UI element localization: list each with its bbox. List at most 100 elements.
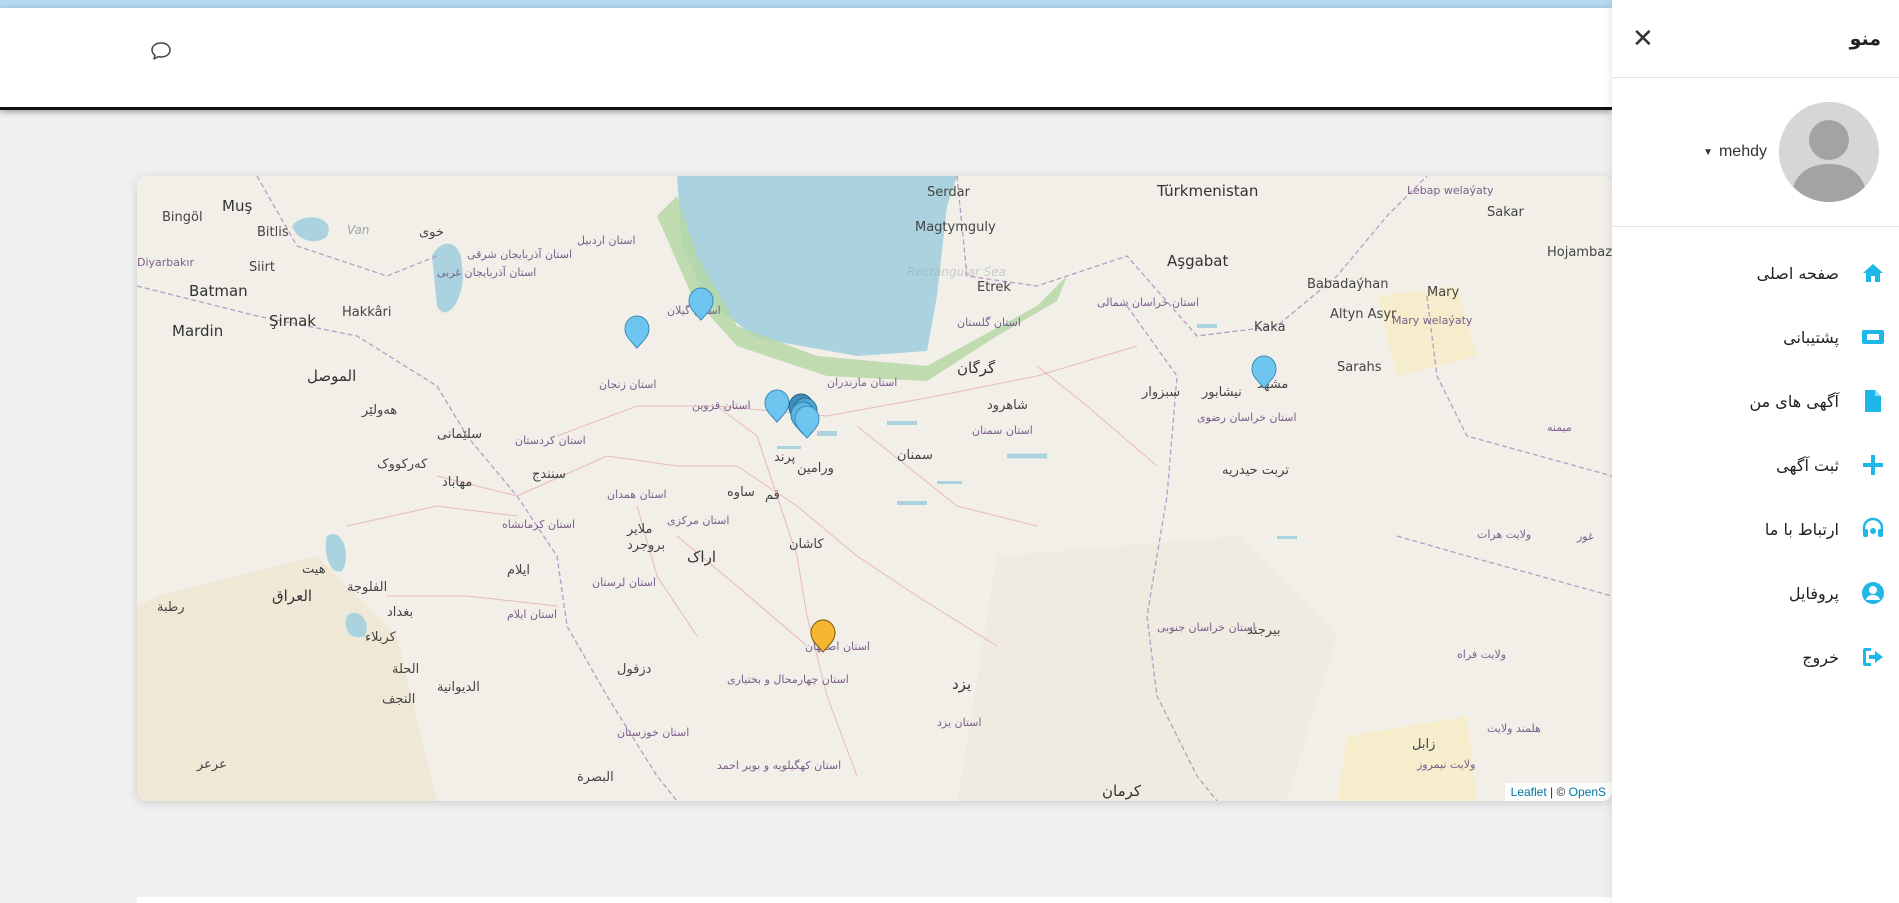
- close-icon[interactable]: ✕: [1632, 26, 1654, 52]
- osm-link[interactable]: OpenS: [1569, 785, 1606, 799]
- map-label-borujerd: بروجرد: [627, 538, 665, 553]
- map-label-torbat: تربت حیدریه: [1222, 463, 1289, 478]
- map-label-sanandaj: سنندج: [532, 467, 566, 482]
- map-label-chaharmahal: استان چهارمحال و بختیاری: [727, 673, 849, 686]
- map-label-zanjan: استان زنجان: [599, 378, 656, 391]
- map-label-hojambaz: Hojambaz: [1547, 245, 1612, 260]
- map-label-van: Van: [347, 223, 369, 237]
- map-label-varamin: ورامین: [797, 461, 834, 476]
- menu-item-label: ثبت آگهی: [1776, 455, 1839, 475]
- map-label-altyn-asyr: Altyn Asyr: [1330, 307, 1397, 322]
- map-label-yazd-prov: استان یزد: [937, 716, 982, 729]
- map-label-iraq: العراق: [272, 587, 312, 605]
- menu-item-label: خروج: [1802, 647, 1839, 667]
- map-label-north-khorasan: استان خراسان شمالی: [1097, 296, 1199, 309]
- map-label-razavi: استان خراسان رضوی: [1197, 411, 1297, 424]
- map-label-helmand: هلمند ولایت: [1487, 722, 1541, 735]
- map-label-sakar: Sakar: [1487, 205, 1524, 220]
- map-label-mazandaran: استان مازندران: [827, 376, 897, 389]
- map-label-mosul: الموصل: [307, 367, 356, 385]
- sign-out-icon: [1859, 643, 1887, 671]
- menu-item-label: آگهی های من: [1749, 391, 1839, 411]
- map-label-ilam-prov: استان ایلام: [507, 608, 557, 621]
- map-label-basra: البصرة: [577, 770, 614, 785]
- map-label-khoy: خوی: [419, 225, 444, 240]
- map-label-yazd: یزد: [952, 675, 971, 693]
- home-icon: [1859, 259, 1887, 287]
- headset-icon: [1859, 515, 1887, 543]
- map-label-dezful: دزفول: [617, 662, 652, 677]
- map-label-kermanshah: استان کرمانشاه: [502, 518, 575, 531]
- map-label-baghdad: بغداد: [387, 605, 413, 620]
- map-label-sabzevar: سبزوار: [1141, 385, 1180, 400]
- map-canvas[interactable]: Türkmenistan Serdar Magtymguly Aşgabat E…: [137, 176, 1612, 801]
- top-header: [0, 8, 1612, 110]
- avatar[interactable]: [1779, 102, 1879, 202]
- map-label-ardabil: استان اردبیل: [577, 234, 636, 247]
- user-box: mehdy ▼: [1612, 78, 1899, 227]
- map-label-hakkari: Hakkâri: [342, 305, 392, 320]
- menu-item-support[interactable]: پشتیبانی: [1612, 305, 1899, 369]
- menu-header: منو ✕: [1612, 0, 1899, 78]
- top-accent-bar: [0, 0, 1612, 8]
- map-label-golestan: استان گلستان: [957, 316, 1021, 329]
- map-label-ghor: غور: [1576, 530, 1594, 543]
- menu-item-logout[interactable]: خروج: [1612, 625, 1899, 689]
- map-label-diyarbakir: Diyarbakır: [137, 256, 194, 269]
- map-label-hillah: الحلة: [392, 662, 419, 677]
- map-label-najaf: النجف: [382, 692, 415, 707]
- map-label-babadayhan: Babadaýhan: [1307, 277, 1388, 292]
- map-label-zabol: زابل: [1412, 737, 1435, 752]
- map-label-markazi: استان مرکزی: [667, 514, 729, 527]
- map-label-siirt: Siirt: [249, 260, 275, 275]
- map-label-diwaniyah: الديوانية: [437, 680, 480, 695]
- map-label-arak: اراک: [687, 548, 716, 566]
- menu-item-profile[interactable]: پروفایل: [1612, 561, 1899, 625]
- user-circle-icon: [1859, 579, 1887, 607]
- map-label-mahabad: مهاباد: [442, 475, 472, 490]
- menu-item-my-ads[interactable]: آگهی های من: [1612, 369, 1899, 433]
- map-label-west-azerbaijan: استان آذربایجان غربی: [437, 265, 536, 279]
- map-container[interactable]: Türkmenistan Serdar Magtymguly Aşgabat E…: [137, 176, 1612, 801]
- map-label-sirnak: Şirnak: [269, 312, 316, 330]
- map-label-qazvin: استان قزوین: [692, 399, 751, 412]
- map-label-mardin: Mardin: [172, 322, 223, 340]
- user-dropdown[interactable]: mehdy ▼: [1703, 143, 1767, 161]
- menu-item-contact[interactable]: ارتباط با ما: [1612, 497, 1899, 561]
- menu-item-label: صفحه اصلی: [1756, 263, 1839, 283]
- menu-item-label: پشتیبانی: [1783, 327, 1839, 347]
- map-label-batman: Batman: [189, 282, 248, 300]
- map-label-neyshabur: نیشابور: [1201, 385, 1242, 400]
- map-label-semnan: سمنان: [897, 448, 933, 463]
- map-label-kirkuk: کەرکووک: [377, 457, 428, 472]
- map-label-kashan: کاشان: [789, 537, 824, 552]
- leaflet-link[interactable]: Leaflet: [1511, 785, 1547, 799]
- content-card-edge: [137, 897, 1612, 903]
- map-label-sulaymaniyah: سلێمانی: [437, 427, 482, 442]
- map-label-semnan-prov: استان سمنان: [972, 424, 1033, 437]
- map-label-bingol: Bingöl: [162, 210, 203, 225]
- map-overlay-text: Rectangular Sea: [907, 265, 1006, 279]
- attribution-separator: | ©: [1546, 785, 1569, 799]
- map-label-mus: Muş: [222, 197, 252, 215]
- menu-item-new-ad[interactable]: ثبت آگهی: [1612, 433, 1899, 497]
- map-label-serdar: Serdar: [927, 185, 971, 200]
- ticket-icon: [1859, 323, 1887, 351]
- map-label-shahroud: شاهرود: [987, 398, 1028, 413]
- map-label-hit: هيت: [302, 562, 326, 577]
- chat-bubble-icon[interactable]: [150, 40, 172, 62]
- map-label-fallujah: الفلوجة: [347, 580, 387, 595]
- menu-list: صفحه اصلی پشتیبانی آگهی های من ثبت آگهی …: [1612, 227, 1899, 689]
- caret-down-icon: ▼: [1703, 146, 1713, 158]
- map-label-erbil: هەولێر: [361, 403, 397, 418]
- map-label-gorgan: گرگان: [957, 359, 996, 377]
- map-label-kohgiluyeh: استان کهگیلویه و بویر احمد: [717, 759, 841, 772]
- map-label-karbala: كربلاء: [365, 630, 397, 645]
- map-label-kurdistan: استان کردستان: [515, 434, 586, 447]
- map-label-kerman: کرمان: [1102, 782, 1142, 800]
- map-label-khuzestan: استان خوزستان: [617, 726, 689, 739]
- map-label-mary-welayaty: Mary welaýaty: [1392, 314, 1473, 327]
- map-attribution: Leaflet | © OpenS: [1504, 783, 1612, 801]
- menu-item-home[interactable]: صفحه اصلی: [1612, 241, 1899, 305]
- map-label-rutba: رطبة: [157, 600, 185, 615]
